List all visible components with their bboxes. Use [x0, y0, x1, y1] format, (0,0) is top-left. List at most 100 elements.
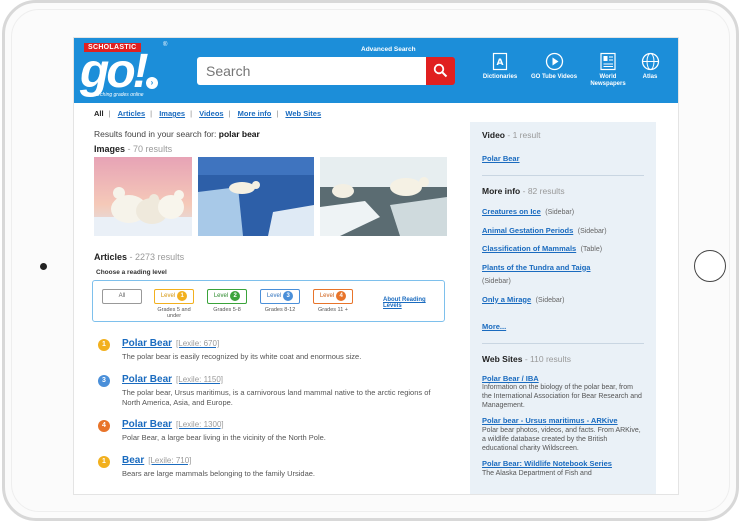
list-item: Plants of the Tundra and Taiga (Sidebar): [482, 260, 644, 287]
level-3-grades: Grades 8-12: [264, 307, 296, 313]
article-lexile: [Lexile: 710]: [148, 456, 192, 465]
world-newspapers-tool[interactable]: World Newspapers: [584, 52, 632, 88]
polar-bear-photo-2: [198, 157, 314, 236]
more-info-heading: More info - 82 results: [482, 186, 644, 196]
articles-count: - 2273 results: [129, 252, 185, 262]
dictionaries-label: Dictionaries: [482, 74, 518, 80]
filter-more-info[interactable]: More info: [238, 109, 272, 118]
list-item: Classification of Mammals (Table): [482, 239, 644, 258]
images-count: - 70 results: [127, 144, 173, 154]
web-site-description: Polar bear photos, videos, and facts. Fr…: [482, 427, 641, 452]
search-icon: [433, 63, 448, 78]
article-lexile: [Lexile: 1150]: [176, 375, 224, 384]
article-description: The polar bear is easily recognized by i…: [122, 352, 362, 361]
level-4-button[interactable]: Level 4: [313, 289, 353, 304]
level-all-button[interactable]: All: [102, 289, 142, 304]
logo-tagline: researching grades online: [86, 92, 144, 98]
article-level-badge: 1: [98, 456, 110, 468]
article-level-badge: 3: [98, 375, 110, 387]
article-title-link[interactable]: Polar Bear: [122, 419, 172, 430]
list-item: Polar bear - Ursus maritimus - ARKive Po…: [482, 416, 644, 453]
advanced-search-link[interactable]: Advanced Search: [361, 46, 416, 53]
search-input[interactable]: [197, 57, 427, 85]
level-2-grades: Grades 5-8: [213, 307, 241, 313]
more-info-link[interactable]: Classification of Mammals: [482, 244, 576, 253]
filter-all[interactable]: All: [94, 109, 104, 118]
web-site-description: The Alaska Department of Fish and: [482, 470, 592, 477]
images-heading-label: Images: [94, 144, 126, 154]
list-item: Polar Bear: Wildlife Notebook Series The…: [482, 459, 644, 478]
level-2-label: Level: [213, 293, 229, 299]
web-site-link[interactable]: Polar Bear: Wildlife Notebook Series: [482, 459, 644, 469]
level-1-number: 1: [177, 291, 188, 301]
web-sites-heading-label: Web Sites: [482, 354, 523, 364]
more-info-link[interactable]: Plants of the Tundra and Taiga: [482, 263, 590, 272]
world-newspapers-label: World Newspapers: [590, 74, 626, 87]
level-2-button[interactable]: Level 2: [207, 289, 247, 304]
filter-web-sites[interactable]: Web Sites: [285, 109, 321, 118]
results-summary: Results found in your search for: polar …: [94, 129, 260, 139]
site-header: SCHOLASTIC go! ® › researching grades on…: [74, 38, 678, 103]
more-info-type: (Table): [580, 246, 603, 253]
more-info-heading-label: More info: [482, 186, 521, 196]
filter-videos[interactable]: Videos: [199, 109, 223, 118]
article-level-badge: 4: [98, 420, 110, 432]
more-info-type: (Sidebar): [577, 227, 607, 235]
atlas-tool[interactable]: Atlas: [626, 52, 674, 81]
filter-articles[interactable]: Articles: [118, 109, 146, 118]
tablet-frame: SCHOLASTIC go! ® › researching grades on…: [2, 0, 739, 521]
web-site-description: Information on the biology of the polar …: [482, 384, 642, 409]
trademark-mark: ®: [163, 42, 168, 48]
articles-heading-label: Articles: [94, 252, 128, 262]
camera-dot: [40, 263, 47, 270]
go-tube-videos-label: GO Tube Videos: [530, 74, 578, 80]
filter-images[interactable]: Images: [159, 109, 185, 118]
sidebar-divider: [482, 175, 644, 176]
article-description: Polar Bear, a large bear living in the v…: [122, 433, 326, 442]
polar-bear-photo-3: [320, 157, 447, 236]
level-3-number: 3: [283, 291, 294, 301]
level-1-label: Level: [160, 293, 176, 299]
dictionaries-tool[interactable]: A Dictionaries: [476, 52, 524, 81]
level-3-button[interactable]: Level 3: [260, 289, 300, 304]
polar-bear-photo-1: [94, 157, 192, 236]
article-level-badge: 1: [98, 339, 110, 351]
home-button[interactable]: [694, 250, 726, 282]
video-link[interactable]: Polar Bear: [482, 154, 520, 163]
article-description: Bears are large mammals belonging to the…: [122, 469, 316, 478]
more-info-type: (Sidebar): [545, 209, 575, 216]
more-info-link[interactable]: Animal Gestation Periods: [482, 226, 573, 235]
search-box: [197, 57, 427, 85]
go-logo[interactable]: go!: [80, 46, 149, 98]
article-lexile: [Lexile: 670]: [176, 339, 220, 348]
article-title-link[interactable]: Polar Bear: [122, 374, 172, 385]
more-info-link[interactable]: Only a Mirage: [482, 295, 531, 304]
image-thumbnail[interactable]: [198, 157, 314, 236]
more-info-more-link[interactable]: More...: [482, 322, 506, 331]
globe-icon: [641, 52, 659, 71]
list-item: Only a Mirage (Sidebar): [482, 290, 644, 309]
search-button[interactable]: [426, 57, 455, 85]
go-tube-videos-tool[interactable]: GO Tube Videos: [530, 52, 578, 81]
list-item: Polar Bear / IBA Information on the biol…: [482, 374, 644, 410]
video-heading: Video - 1 result: [482, 130, 644, 140]
atlas-label: Atlas: [642, 74, 658, 80]
search-query: polar bear: [218, 129, 260, 139]
level-1-grades: Grades 5 and under: [157, 307, 191, 319]
reading-level-filter: All Level 1 Grades 5 and under Level 2 Gra…: [92, 280, 445, 322]
article-title-link[interactable]: Bear: [122, 455, 144, 466]
about-reading-levels-link[interactable]: About Reading Levels: [383, 297, 444, 309]
more-info-count: - 82 results: [522, 186, 565, 196]
dictionary-icon: A: [492, 52, 508, 71]
web-site-link[interactable]: Polar Bear / IBA: [482, 374, 644, 383]
article-title-link[interactable]: Polar Bear: [122, 338, 172, 349]
web-site-link[interactable]: Polar bear - Ursus maritimus - ARKive: [482, 416, 644, 426]
sidebar-divider: [482, 343, 644, 344]
image-thumbnail[interactable]: [320, 157, 447, 236]
logo-arrow-icon: ›: [146, 77, 158, 89]
newspaper-icon: [600, 52, 616, 71]
level-1-button[interactable]: Level 1: [154, 289, 194, 304]
articles-heading: Articles - 2273 results: [94, 252, 184, 262]
more-info-link[interactable]: Creatures on Ice: [482, 207, 541, 216]
image-thumbnail[interactable]: [94, 157, 192, 236]
